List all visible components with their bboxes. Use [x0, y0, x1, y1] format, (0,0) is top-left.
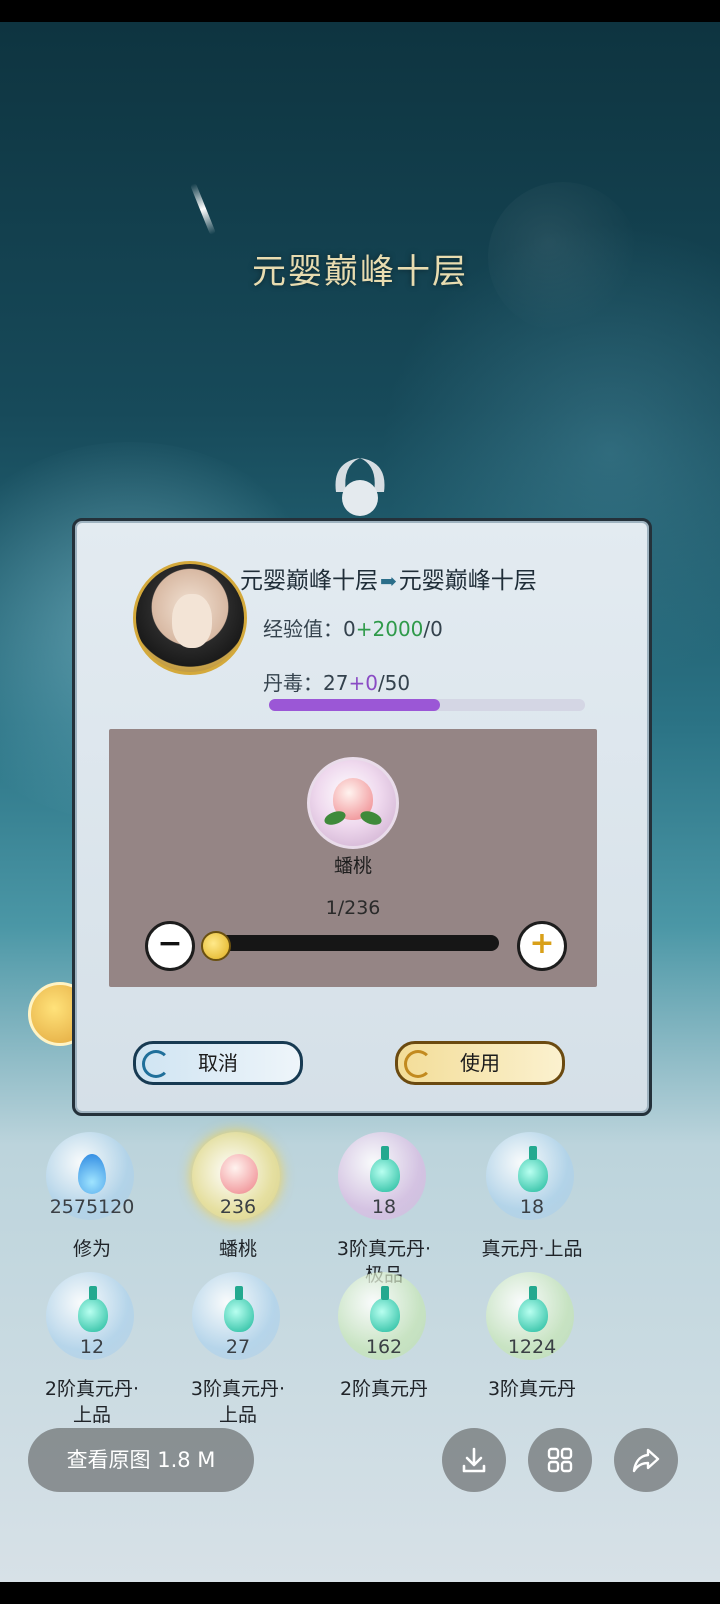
item-count: 18 [371, 1196, 397, 1218]
pill-bottle-icon [370, 1146, 400, 1192]
exp-gain: +2000 [355, 617, 424, 641]
exp-current: 0 [343, 617, 356, 641]
toxin-progress-bar [269, 699, 585, 711]
swirl-icon [142, 1050, 170, 1078]
pill-bottle-icon [78, 1286, 108, 1332]
use-label: 使用 [460, 1051, 500, 1075]
item-label: 3阶真元丹· 上品 [190, 1378, 286, 1426]
peach-icon [307, 757, 399, 849]
experience-line: 经验值：0+2000/0 [263, 613, 443, 642]
grid-button[interactable] [528, 1428, 592, 1492]
item-label: 3阶真元丹 [487, 1378, 577, 1400]
quantity-slider-track[interactable] [205, 935, 499, 951]
item-count: 236 [219, 1196, 257, 1218]
use-button[interactable]: 使用 [395, 1041, 565, 1085]
realm-to: 元婴巅峰十层 [398, 568, 537, 594]
view-original-button[interactable]: 查看原图 1.8 M [28, 1428, 254, 1492]
item-panel: 蟠桃 1/236 − + [109, 729, 597, 987]
share-button[interactable] [614, 1428, 678, 1492]
item-label: 2阶真元丹· 上品 [44, 1378, 140, 1426]
pill-bottle-icon [518, 1146, 548, 1192]
item-label: 蟠桃 [218, 1238, 257, 1260]
item-label: 2阶真元丹 [339, 1378, 429, 1400]
toxin-progress-fill [269, 699, 440, 711]
toxin-label: 丹毒： [263, 671, 323, 695]
item-label: 修为 [72, 1238, 111, 1260]
exp-max: /0 [423, 617, 443, 641]
item-label: 真元丹·上品 [481, 1238, 583, 1260]
toxin-line: 丹毒：27+0/50 [263, 667, 410, 696]
pill-bottle-icon [224, 1286, 254, 1332]
toxin-gain: +0 [348, 671, 378, 695]
download-button[interactable] [442, 1428, 506, 1492]
crescent-ornament-icon [335, 458, 385, 516]
quantity-slider-thumb[interactable] [201, 931, 231, 961]
realm-from: 元婴巅峰十层 [240, 568, 378, 594]
realm-change-text: 元婴巅峰十层 ➡元婴巅峰十层 [240, 561, 640, 595]
realm-title: 元婴巅峰十层 [252, 252, 468, 292]
item-count: 12 [79, 1336, 105, 1358]
cancel-label: 取消 [198, 1051, 238, 1075]
exp-label: 经验值： [263, 617, 343, 641]
blue-flame-icon [78, 1154, 106, 1194]
share-icon [632, 1448, 660, 1473]
shooting-star-decoration [190, 182, 216, 236]
increase-button[interactable]: + [517, 921, 567, 971]
item-count: 2575120 [49, 1196, 135, 1218]
game-screen: 元婴巅峰十层 视 元婴巅峰十层➡元婴巅峰十层 经验值：0+2000/0 丹毒：2… [0, 22, 720, 1582]
cancel-button[interactable]: 取消 [133, 1041, 303, 1085]
item-count: 27 [225, 1336, 251, 1358]
item-name: 蟠桃 [333, 855, 372, 877]
pill-bottle-icon [370, 1286, 400, 1332]
arrow-right-icon: ➡ [380, 569, 397, 593]
character-avatar [133, 561, 247, 675]
download-icon [462, 1447, 486, 1473]
toxin-max: /50 [377, 671, 411, 695]
peach-icon [220, 1154, 258, 1194]
quantity-label: 1/236 [325, 897, 381, 919]
toxin-current: 27 [323, 671, 349, 695]
item-count: 162 [365, 1336, 403, 1358]
swirl-icon [404, 1050, 432, 1078]
pill-bottle-icon [518, 1286, 548, 1332]
item-count: 18 [519, 1196, 545, 1218]
system-nav-bar [0, 1582, 720, 1604]
grid-icon [547, 1447, 573, 1473]
use-item-dialog: 元婴巅峰十层 ➡元婴巅峰十层 经验值：0+2000/0 丹毒：27+0/50 蟠桃… [72, 518, 652, 1116]
decrease-button[interactable]: − [145, 921, 195, 971]
item-count: 1224 [507, 1336, 557, 1358]
